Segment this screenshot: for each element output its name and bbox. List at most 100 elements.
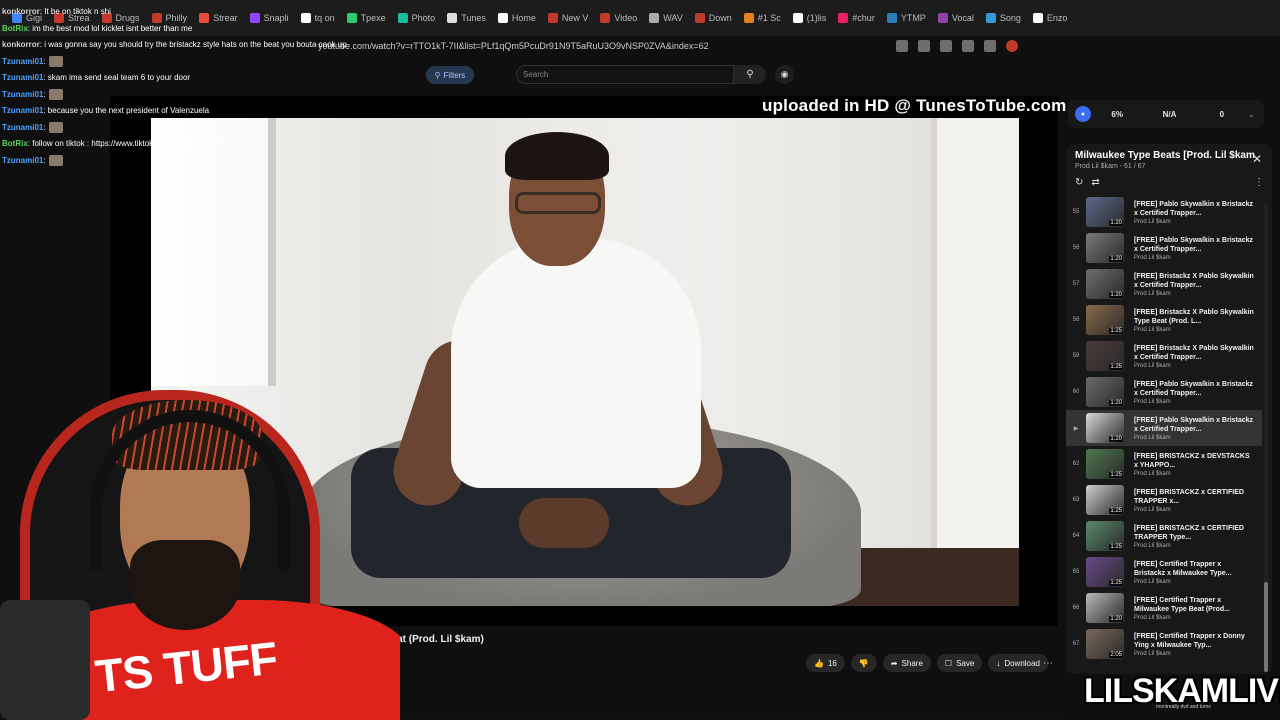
playlist-item-thumbnail[interactable]: 1:25 [1086, 557, 1124, 587]
extension-stats-bar[interactable]: ● 6% N/A 0 ⌄ [1068, 100, 1264, 128]
browser-tab[interactable]: #chur [832, 0, 881, 36]
playlist-item-thumbnail[interactable]: 1:25 [1086, 521, 1124, 551]
dislike-button[interactable]: 👎 [850, 654, 877, 672]
browser-tab[interactable]: New V [542, 0, 595, 36]
share-page-icon[interactable] [962, 40, 974, 52]
chevron-down-icon[interactable]: ⌄ [1248, 110, 1264, 119]
playlist-item-duration: 1:20 [1109, 400, 1123, 406]
browser-tab[interactable]: (1)lis [787, 0, 833, 36]
playlist-item-title[interactable]: [FREE] BRISTACKZ x CERTIFIED TRAPPER x..… [1134, 488, 1254, 506]
search-button[interactable]: ⚲ [734, 65, 766, 84]
playlist-item-duration: 1:20 [1109, 436, 1123, 442]
playlist-item[interactable]: 59 1:25 [FREE] Bristackz X Pablo Skywalkin… [1066, 338, 1262, 374]
playlist-item-thumbnail[interactable]: 1:20 [1086, 233, 1124, 263]
chat-username[interactable]: Tzunami01 [2, 123, 43, 132]
playlist-item[interactable]: 65 1:25 [FREE] Certified Trapper x Bristac… [1066, 554, 1262, 590]
playlist-item-thumbnail[interactable]: 1:20 [1086, 269, 1124, 299]
browser-tab[interactable]: #1 Sc [738, 0, 787, 36]
playlist-menu-icon[interactable]: ⋮ [1254, 177, 1264, 188]
chat-username[interactable]: Tzunami01 [2, 90, 43, 99]
more-actions-button[interactable]: ⋯ [1040, 654, 1056, 672]
browser-tab[interactable]: Vocal [932, 0, 980, 36]
playlist-item-thumbnail[interactable]: 1:25 [1086, 449, 1124, 479]
extension-icon[interactable] [984, 40, 996, 52]
share-button[interactable]: ➦ Share [882, 654, 931, 672]
notification-icon[interactable] [1006, 40, 1018, 52]
browser-tab[interactable]: Home [492, 0, 542, 36]
playlist-item[interactable]: 64 1:25 [FREE] BRISTACKZ x CERTIFIED TRAPP… [1066, 518, 1262, 554]
playlist-item-thumbnail[interactable]: 1:20 [1086, 593, 1124, 623]
browser-tab[interactable]: Enzo [1027, 0, 1074, 36]
playlist-item-title[interactable]: [FREE] Bristackz X Pablo Skywalkin x Cer… [1134, 344, 1254, 362]
chat-username[interactable]: BotRix [2, 24, 28, 33]
browser-tab[interactable]: Tunes [441, 0, 492, 36]
playlist-item-thumbnail[interactable]: 1:20 [1086, 197, 1124, 227]
playlist-scroll-thumb[interactable] [1264, 582, 1268, 672]
playlist-item-channel: Prod Lil $kam [1134, 290, 1171, 297]
search-input[interactable]: Search [516, 65, 734, 84]
playlist-item-thumbnail[interactable]: 1:20 [1086, 413, 1124, 443]
chat-username[interactable]: Tzunami01 [2, 73, 43, 82]
playlist-item[interactable]: 62 1:25 [FREE] BRISTACKZ x DEVSTACKS x YHA… [1066, 446, 1262, 482]
close-icon[interactable]: ✕ [1252, 152, 1262, 166]
chat-username[interactable]: konkorror [2, 40, 40, 49]
playlist-item[interactable]: 56 1:20 [FREE] Pablo Skywalkin x Bristackz… [1066, 230, 1262, 266]
playlist-item[interactable]: 67 2:05 [FREE] Certified Trapper x Donny Y… [1066, 626, 1262, 662]
chat-username[interactable]: konkorror [2, 7, 40, 16]
voice-search-button[interactable]: ◉ [775, 65, 794, 84]
playlist-item-duration: 1:20 [1109, 292, 1123, 298]
tab-favicon-icon [497, 13, 508, 23]
browser-tab[interactable]: Song [980, 0, 1027, 36]
playlist-item-title[interactable]: [FREE] Pablo Skywalkin x Bristackz x Cer… [1134, 416, 1254, 434]
save-button[interactable]: ☐ Save [936, 654, 983, 672]
playlist-item-thumbnail[interactable]: 1:25 [1086, 341, 1124, 371]
playlist-item-title[interactable]: [FREE] Bristackz X Pablo Skywalkin x Cer… [1134, 272, 1254, 290]
download-button[interactable]: ↓ Download [988, 654, 1048, 672]
shuffle-icon[interactable]: ⇄ [1091, 177, 1099, 188]
mute-icon[interactable] [896, 40, 908, 52]
playlist-item-title[interactable]: [FREE] Certified Trapper x Bristackz x M… [1134, 560, 1254, 578]
playlist-controls: ↻ ⇄ [1075, 177, 1100, 188]
browser-tab[interactable]: Video [594, 0, 643, 36]
zoom-icon[interactable] [940, 40, 952, 52]
scene-hands [519, 498, 609, 548]
playlist-item-thumbnail[interactable]: 1:20 [1086, 377, 1124, 407]
playlist-item[interactable]: 55 1:20 [FREE] Pablo Skywalkin x Bristackz… [1066, 194, 1262, 230]
browser-tab[interactable]: Photo [392, 0, 442, 36]
playlist-item-thumbnail[interactable]: 1:25 [1086, 305, 1124, 335]
playlist-item-index: 60 [1072, 389, 1080, 395]
chat-username[interactable]: BotRix [2, 139, 28, 148]
browser-tab[interactable]: WAV [643, 0, 689, 36]
filters-button[interactable]: ⚲ Filters [426, 66, 474, 84]
playlist-item-title[interactable]: [FREE] Bristackz X Pablo Skywalkin Type … [1134, 308, 1254, 326]
playlist-item[interactable]: ▶ 1:20 [FREE] Pablo Skywalkin x Bristackz … [1066, 410, 1262, 446]
playlist-item-thumbnail[interactable]: 2:05 [1086, 629, 1124, 659]
loop-icon[interactable]: ↻ [1075, 177, 1083, 188]
playlist-item[interactable]: 66 1:20 [FREE] Certified Trapper x Milwauk… [1066, 590, 1262, 626]
playlist-title[interactable]: Milwaukee Type Beats [Prod. Lil $kam] [1075, 150, 1255, 161]
playlist-item-title[interactable]: [FREE] Certified Trapper x Milwaukee Typ… [1134, 596, 1254, 614]
chat-username[interactable]: Tzunami01 [2, 57, 43, 66]
tab-favicon-icon [547, 13, 558, 23]
playlist-item-title[interactable]: [FREE] BRISTACKZ x CERTIFIED TRAPPER Typ… [1134, 524, 1254, 542]
playlist-item-meta: [FREE] Pablo Skywalkin x Bristackz x Cer… [1134, 416, 1254, 441]
playlist-item-thumbnail[interactable]: 1:25 [1086, 485, 1124, 515]
playlist-item-title[interactable]: [FREE] Certified Trapper x Donny Ying x … [1134, 632, 1254, 650]
playlist-item-title[interactable]: [FREE] Pablo Skywalkin x Bristackz x Cer… [1134, 200, 1254, 218]
playlist-item-title[interactable]: [FREE] Pablo Skywalkin x Bristackz x Cer… [1134, 236, 1254, 254]
browser-tab[interactable]: Down [689, 0, 738, 36]
playlist-item-channel: Prod Lil $kam [1134, 434, 1171, 441]
download-label: Download [1004, 658, 1040, 668]
playlist-item[interactable]: 58 1:25 [FREE] Bristackz X Pablo Skywalkin… [1066, 302, 1262, 338]
playlist-item[interactable]: 63 1:25 [FREE] BRISTACKZ x CERTIFIED TRAPP… [1066, 482, 1262, 518]
playlist-item[interactable]: 57 1:20 [FREE] Bristackz X Pablo Skywalkin… [1066, 266, 1262, 302]
chat-username[interactable]: Tzunami01 [2, 156, 43, 165]
cast-icon[interactable] [918, 40, 930, 52]
browser-tab[interactable]: YTMP [881, 0, 932, 36]
like-button[interactable]: 👍 16 [806, 654, 845, 672]
playlist-item[interactable]: 60 1:20 [FREE] Pablo Skywalkin x Bristackz… [1066, 374, 1262, 410]
chat-username[interactable]: Tzunami01 [2, 106, 43, 115]
playlist-item-title[interactable]: [FREE] Pablo Skywalkin x Bristackz x Cer… [1134, 380, 1254, 398]
playlist-item-title[interactable]: [FREE] BRISTACKZ x DEVSTACKS x YHAPPO... [1134, 452, 1254, 470]
playlist-scrollbar[interactable] [1264, 202, 1268, 672]
